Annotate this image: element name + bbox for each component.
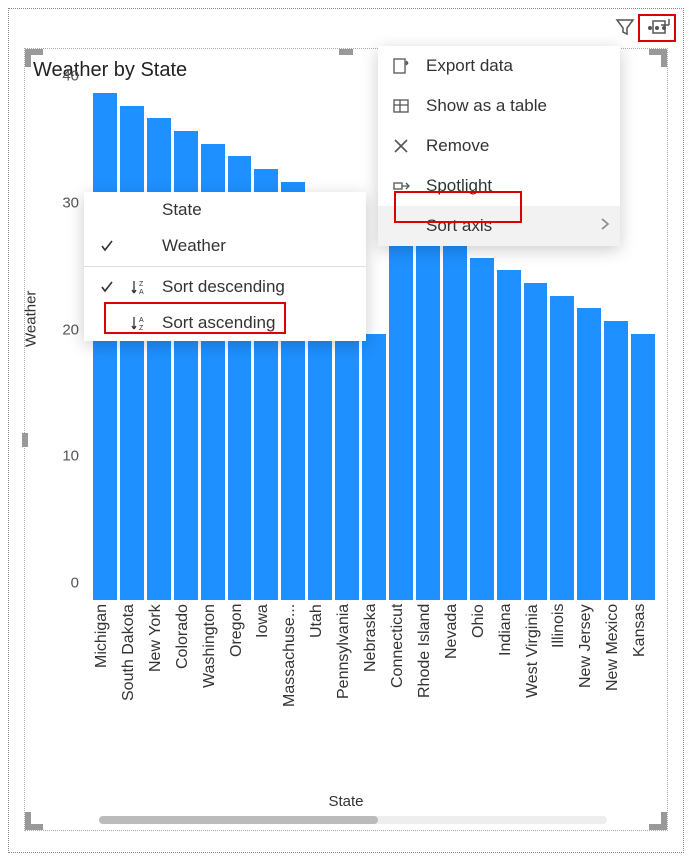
x-tick-label: Ohio (470, 604, 494, 780)
sort-desc-icon: ZA (128, 279, 150, 295)
bar[interactable] (335, 334, 359, 600)
bar[interactable] (550, 296, 574, 600)
visual-context-menu: Export data Show as a table Remove Spotl… (378, 46, 620, 246)
x-tick-label: Oregon (228, 604, 252, 780)
x-tick-label: Indiana (497, 604, 521, 780)
resize-handle[interactable] (661, 812, 667, 830)
x-tick-label: Nebraska (362, 604, 386, 780)
sort-asc-icon: AZ (128, 315, 150, 331)
checkmark-icon (98, 239, 116, 253)
chevron-right-icon (600, 216, 610, 236)
bar[interactable] (308, 334, 332, 600)
y-axis: Weather 010203040 (25, 93, 85, 600)
submenu-item-weather[interactable]: Weather (84, 228, 366, 264)
bar[interactable] (120, 106, 144, 600)
menu-label: Sort axis (426, 216, 492, 236)
x-tick-label: Colorado (174, 604, 198, 780)
submenu-item-sort-ascending[interactable]: AZ Sort ascending (84, 305, 366, 341)
close-icon (390, 138, 412, 154)
more-options-button[interactable] (638, 14, 676, 42)
x-tick-label: Rhode Island (416, 604, 440, 780)
y-tick-label: 20 (62, 321, 79, 338)
x-tick-label: New York (147, 604, 171, 780)
y-tick-label: 0 (71, 575, 79, 592)
menu-item-sort-axis[interactable]: Sort axis (378, 206, 620, 246)
bar[interactable] (577, 308, 601, 600)
y-tick-label: 10 (62, 448, 79, 465)
export-icon (390, 57, 412, 75)
y-tick-label: 30 (62, 194, 79, 211)
scrollbar-thumb[interactable] (99, 816, 378, 824)
svg-text:A: A (139, 289, 144, 295)
bar[interactable] (470, 258, 494, 600)
checkmark-icon (98, 280, 116, 294)
x-tick-label: Illinois (550, 604, 574, 780)
submenu-item-state[interactable]: State (84, 192, 366, 228)
menu-label: Remove (426, 136, 489, 156)
y-tick-label: 40 (62, 68, 79, 85)
x-tick-label: Iowa (254, 604, 278, 780)
menu-label: Sort descending (162, 277, 285, 297)
ellipsis-icon (646, 24, 668, 32)
filter-icon[interactable] (614, 16, 636, 38)
menu-label: Spotlight (426, 176, 492, 196)
bar[interactable] (389, 220, 413, 600)
svg-text:A: A (139, 317, 144, 324)
menu-label: Export data (426, 56, 513, 76)
bar[interactable] (604, 321, 628, 600)
x-axis-labels: MichiganSouth DakotaNew YorkColoradoWash… (91, 600, 657, 780)
x-tick-label: New Mexico (604, 604, 628, 780)
x-tick-label: Massachuse... (281, 604, 305, 780)
table-icon (390, 97, 412, 115)
x-tick-label: Pennsylvania (335, 604, 359, 780)
bar[interactable] (416, 232, 440, 600)
x-axis-label: State (328, 793, 363, 810)
menu-item-remove[interactable]: Remove (378, 126, 620, 166)
sort-axis-submenu: State Weather ZA Sort descending AZ Sort… (84, 192, 366, 341)
y-axis-label: Weather (23, 290, 40, 346)
resize-handle[interactable] (339, 49, 353, 55)
bar[interactable] (524, 283, 548, 600)
x-tick-label: Nevada (443, 604, 467, 780)
bar[interactable] (147, 118, 171, 600)
menu-label: Sort ascending (162, 313, 275, 333)
menu-label: Weather (162, 236, 226, 256)
resize-handle[interactable] (661, 49, 667, 67)
menu-item-export-data[interactable]: Export data (378, 46, 620, 86)
bar[interactable] (497, 270, 521, 600)
resize-handle[interactable] (25, 812, 31, 830)
x-tick-label: Washington (201, 604, 225, 780)
resize-handle[interactable] (25, 49, 31, 67)
x-tick-label: Kansas (631, 604, 655, 780)
menu-label: Show as a table (426, 96, 547, 116)
bar[interactable] (93, 93, 117, 600)
menu-label: State (162, 200, 202, 220)
x-tick-label: Connecticut (389, 604, 413, 780)
x-tick-label: Michigan (93, 604, 117, 780)
menu-item-spotlight[interactable]: Spotlight (378, 166, 620, 206)
menu-item-show-as-table[interactable]: Show as a table (378, 86, 620, 126)
x-tick-label: South Dakota (120, 604, 144, 780)
bar[interactable] (443, 245, 467, 600)
svg-text:Z: Z (139, 281, 144, 288)
bar[interactable] (362, 334, 386, 600)
menu-divider (84, 266, 366, 267)
svg-text:Z: Z (139, 325, 144, 331)
horizontal-scrollbar[interactable] (99, 816, 607, 824)
x-tick-label: Utah (308, 604, 332, 780)
spotlight-icon (390, 177, 412, 195)
x-tick-label: West Virginia (524, 604, 548, 780)
x-tick-label: New Jersey (577, 604, 601, 780)
bar[interactable] (631, 334, 655, 600)
submenu-item-sort-descending[interactable]: ZA Sort descending (84, 269, 366, 305)
